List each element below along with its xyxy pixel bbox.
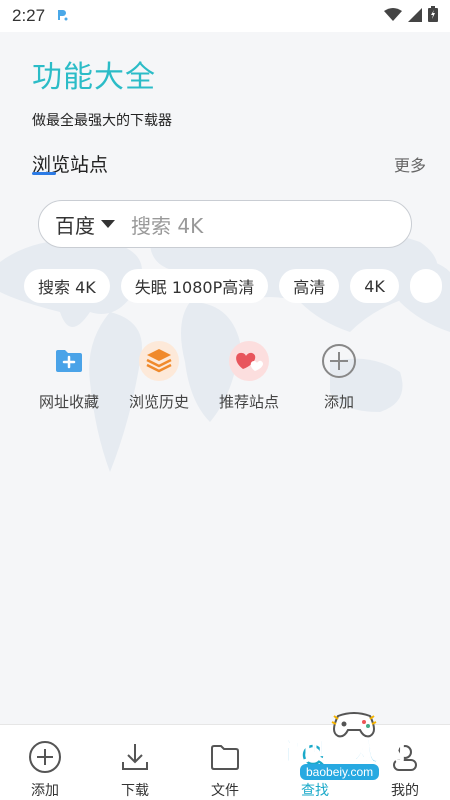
quick-action-label: 网址收藏 [38,393,99,411]
download-icon [117,739,153,774]
battery-icon [428,6,438,26]
search-icon [297,739,333,774]
nav-label: 文件 [211,783,239,799]
keyword-chip[interactable]: 高清 [279,269,340,303]
page-title: 功能大全 [32,60,156,95]
nav-download[interactable]: 下载 [90,725,180,800]
status-bar: 2:27 [0,0,450,32]
nav-profile[interactable]: 我的 [360,725,450,800]
quick-action-recommended[interactable]: 推荐站点 [204,339,294,412]
quick-action-label: 浏览历史 [128,393,189,411]
keyword-chips: 搜索 4K 失眠 1080P高清 高清 4K [24,269,450,305]
nav-label: 我的 [391,783,419,799]
search-engine-selector[interactable]: 百度 [55,210,95,239]
page-subtitle: 做最全最强大的下载器 [32,113,172,129]
nav-label: 添加 [31,783,59,799]
layers-icon [137,339,181,383]
signal-icon [408,7,422,26]
p-icon [55,8,69,25]
quick-action-add[interactable]: 添加 [294,339,384,412]
search-input[interactable]: 搜索 4K [131,210,203,239]
caret-down-icon[interactable] [101,220,115,228]
quick-action-bookmarks[interactable]: 网址收藏 [24,339,114,412]
add-circle-icon [27,739,63,774]
nav-label: 下载 [121,783,149,799]
quick-actions: 网址收藏 浏览历史 推荐站点 添加 [24,339,384,412]
profile-icon [387,739,423,774]
quick-action-label: 添加 [323,393,354,411]
keyword-chip[interactable]: 4K [350,269,399,303]
search-bar[interactable]: 百度 搜索 4K [38,200,412,248]
wifi-icon [384,7,402,26]
nav-label: 查找 [301,783,329,799]
section-underline [32,172,56,175]
keyword-chip-partial[interactable] [409,269,442,303]
nav-files[interactable]: 文件 [180,725,270,800]
quick-action-history[interactable]: 浏览历史 [114,339,204,412]
quick-action-label: 推荐站点 [218,393,279,411]
nav-add[interactable]: 添加 [0,725,90,800]
bottom-nav: 添加 下载 文件 查找 我的 [0,724,450,800]
status-time: 2:27 [12,6,46,25]
add-circle-icon [317,339,361,383]
nav-search[interactable]: 查找 [270,725,360,800]
folder-icon [207,739,243,774]
keyword-chip[interactable]: 失眠 1080P高清 [120,269,269,303]
main-content: 功能大全 做最全最强大的下载器 浏览站点 更多 百度 搜索 4K 搜索 4K 失… [0,32,450,724]
bookmark-folder-icon [47,339,91,383]
more-link[interactable]: 更多 [394,152,426,176]
keyword-chip[interactable]: 搜索 4K [24,269,110,303]
hearts-icon [227,339,271,383]
